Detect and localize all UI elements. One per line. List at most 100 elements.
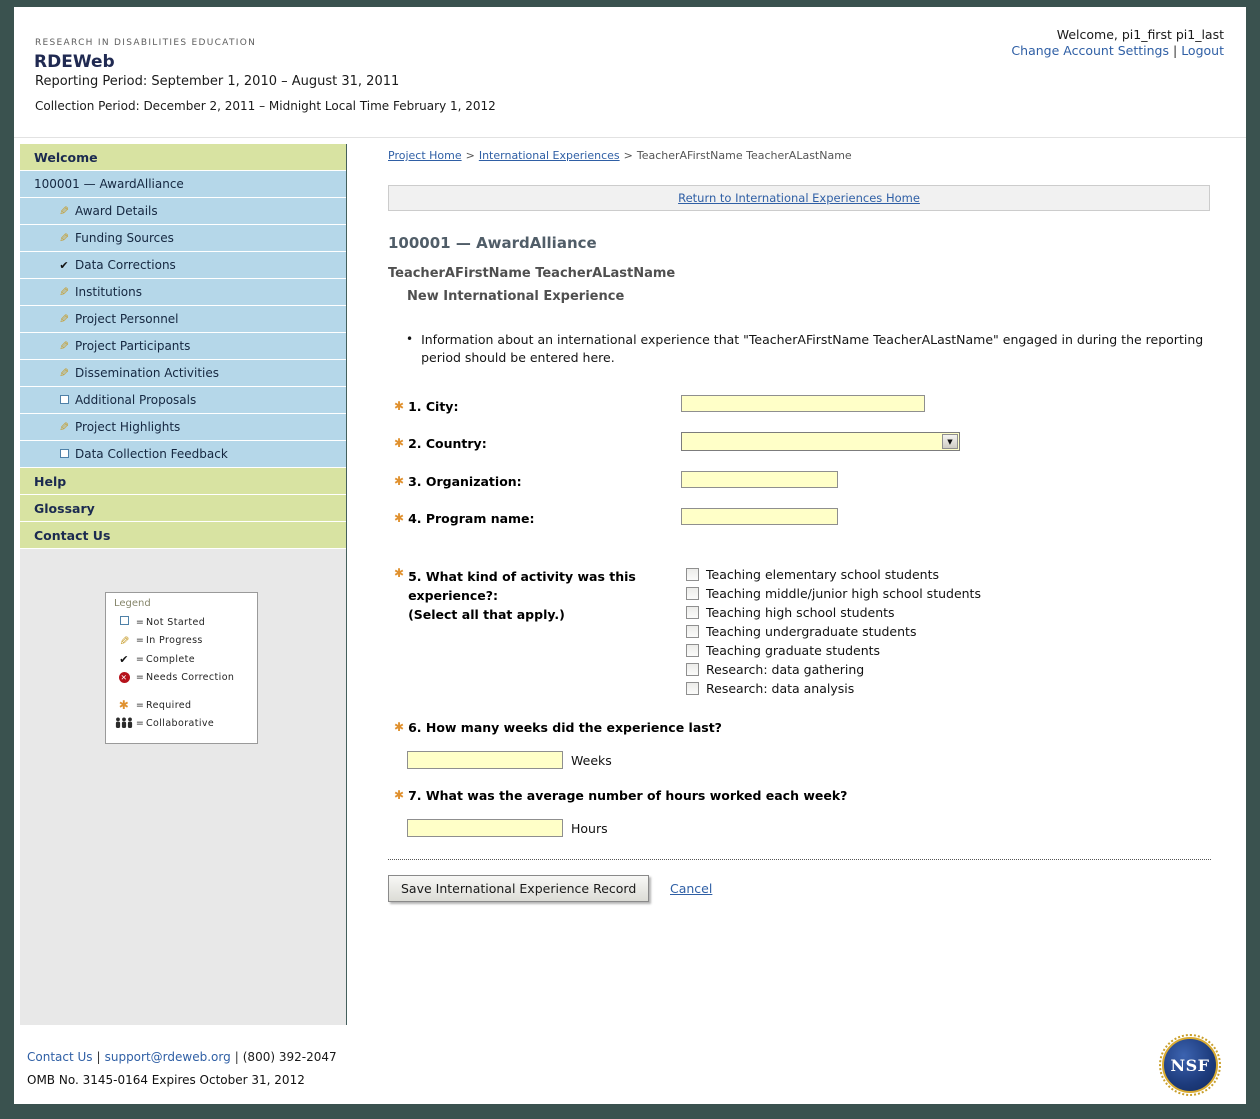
footer-phone: (800) 392-2047 — [242, 1050, 337, 1064]
sidebar-item-dissemination-activities[interactable]: ✎ Dissemination Activities — [20, 360, 346, 387]
org-name: RESEARCH IN DISABILITIES EDUCATION — [35, 38, 257, 48]
pencil-icon: ✎ — [58, 285, 70, 299]
checkbox[interactable] — [686, 644, 699, 657]
activity-hint: (Select all that apply.) — [408, 607, 565, 622]
footer-contact-us-link[interactable]: Contact Us — [27, 1050, 93, 1064]
sidebar-item-data-corrections[interactable]: ✔ Data Corrections — [20, 252, 346, 279]
account-links: Change Account Settings | Logout — [1011, 43, 1224, 58]
pencil-icon: ✎ — [58, 204, 70, 218]
footer-email-link[interactable]: support@rdeweb.org — [105, 1050, 231, 1064]
weeks-question: 6. How many weeks did the experience las… — [408, 720, 722, 735]
people-icon — [114, 717, 134, 731]
breadcrumb-separator: > — [465, 149, 475, 162]
activity-option-middle-junior-high[interactable]: Teaching middle/junior high school stude… — [686, 584, 981, 603]
sidebar-section-contact-us[interactable]: Contact Us — [20, 522, 346, 549]
breadcrumb-project-home-link[interactable]: Project Home — [388, 149, 462, 162]
program-name-input[interactable] — [681, 508, 838, 525]
checkbox[interactable] — [686, 587, 699, 600]
sidebar-section-glossary[interactable]: Glossary — [20, 495, 346, 522]
activity-option-high-school[interactable]: Teaching high school students — [686, 603, 981, 622]
hours-question-row: ✱ 7. What was the average number of hour… — [394, 788, 847, 803]
sidebar-item-project-participants[interactable]: ✎ Project Participants — [20, 333, 346, 360]
program-name-label-row: ✱ 4. Program name: — [394, 511, 535, 526]
equals-sign: = — [135, 653, 145, 665]
page-subtitle: New International Experience — [407, 289, 625, 304]
sidebar-item-label: Dissemination Activities — [75, 366, 219, 380]
check-icon: ✔ — [59, 259, 69, 272]
hours-input[interactable] — [407, 819, 563, 837]
reporting-period: Reporting Period: September 1, 2010 – Au… — [35, 74, 400, 89]
checkbox[interactable] — [686, 568, 699, 581]
sidebar-item-award[interactable]: 100001 — AwardAlliance — [20, 171, 346, 198]
sidebar-item-funding-sources[interactable]: ✎ Funding Sources — [20, 225, 346, 252]
return-to-international-experiences-link[interactable]: Return to International Experiences Home — [678, 191, 920, 205]
weeks-input[interactable] — [407, 751, 563, 769]
checkbox[interactable] — [686, 625, 699, 638]
option-label: Research: data gathering — [706, 662, 865, 677]
sidebar-item-label: Data Corrections — [75, 258, 176, 272]
option-label: Research: data analysis — [706, 681, 855, 696]
header-divider — [14, 137, 1246, 138]
sidebar-section-help[interactable]: Help — [20, 468, 346, 495]
checkbox[interactable] — [686, 663, 699, 676]
legend-label: Needs Correction — [146, 672, 235, 684]
sidebar-item-additional-proposals[interactable]: Additional Proposals — [20, 387, 346, 414]
logout-link[interactable]: Logout — [1181, 43, 1224, 58]
sidebar-item-project-personnel[interactable]: ✎ Project Personnel — [20, 306, 346, 333]
option-label: Teaching middle/junior high school stude… — [706, 586, 981, 601]
sidebar-item-label: Institutions — [75, 285, 142, 299]
legend-label: Collaborative — [146, 718, 215, 730]
teacher-name: TeacherAFirstName TeacherALastName — [388, 266, 676, 281]
square-icon — [114, 616, 134, 628]
legend-label: Complete — [146, 653, 195, 665]
required-icon: ✱ — [394, 720, 405, 734]
pencil-icon: ✎ — [58, 366, 70, 380]
breadcrumb-international-experiences-link[interactable]: International Experiences — [479, 149, 620, 162]
info-text: Information about an international exper… — [421, 332, 1204, 365]
weeks-question-row: ✱ 6. How many weeks did the experience l… — [394, 720, 722, 735]
weeks-input-row: Weeks — [407, 751, 612, 769]
equals-sign: = — [135, 699, 145, 711]
save-button[interactable]: Save International Experience Record — [388, 875, 650, 902]
activity-option-research-data-gathering[interactable]: Research: data gathering — [686, 660, 981, 679]
sidebar-section-welcome[interactable]: Welcome — [20, 144, 346, 171]
hours-input-row: Hours — [407, 819, 608, 837]
bullet-icon: • — [406, 332, 414, 346]
breadcrumb: Project Home > International Experiences > T… — [388, 149, 852, 162]
activity-option-elementary[interactable]: Teaching elementary school students — [686, 565, 981, 584]
sidebar-item-label: Project Participants — [75, 339, 191, 353]
cancel-link[interactable]: Cancel — [670, 881, 712, 896]
change-account-settings-link[interactable]: Change Account Settings — [1011, 43, 1169, 58]
legend-row-not-started: = Not Started — [114, 613, 249, 632]
legend-title: Legend — [114, 598, 151, 609]
city-input[interactable] — [681, 395, 925, 412]
sidebar-item-project-highlights[interactable]: ✎ Project Highlights — [20, 414, 346, 441]
activity-option-research-data-analysis[interactable]: Research: data analysis — [686, 679, 981, 698]
checkbox[interactable] — [686, 682, 699, 695]
link-separator: | — [1172, 43, 1178, 58]
activity-option-undergraduate[interactable]: Teaching undergraduate students — [686, 622, 981, 641]
sidebar-item-label: Project Highlights — [75, 420, 181, 434]
legend-row-complete: ✔ = Complete — [114, 650, 249, 669]
collection-period: Collection Period: December 2, 2011 – Mi… — [35, 99, 496, 113]
city-label: 1. City: — [408, 399, 459, 414]
sidebar-item-institutions[interactable]: ✎ Institutions — [20, 279, 346, 306]
option-label: Teaching elementary school students — [706, 567, 940, 582]
sidebar-item-label: Project Personnel — [75, 312, 179, 326]
dropdown-arrow-icon[interactable]: ▼ — [942, 434, 958, 449]
equals-sign: = — [135, 635, 145, 647]
organization-input[interactable] — [681, 471, 838, 488]
sidebar-item-award-details[interactable]: ✎ Award Details — [20, 198, 346, 225]
sidebar-item-data-collection-feedback[interactable]: Data Collection Feedback — [20, 441, 346, 468]
activity-option-graduate[interactable]: Teaching graduate students — [686, 641, 981, 660]
checkbox[interactable] — [686, 606, 699, 619]
country-select[interactable]: ▼ — [681, 432, 960, 451]
city-label-row: ✱ 1. City: — [394, 399, 458, 414]
required-icon: ✱ — [394, 788, 405, 802]
hours-question: 7. What was the average number of hours … — [408, 788, 848, 803]
required-icon: ✱ — [394, 436, 405, 450]
square-icon — [56, 393, 72, 407]
activity-question: 5. What kind of activity was this experi… — [408, 569, 636, 603]
legend-row-collaborative: = Collaborative — [114, 715, 249, 734]
required-icon: ✱ — [394, 566, 405, 580]
